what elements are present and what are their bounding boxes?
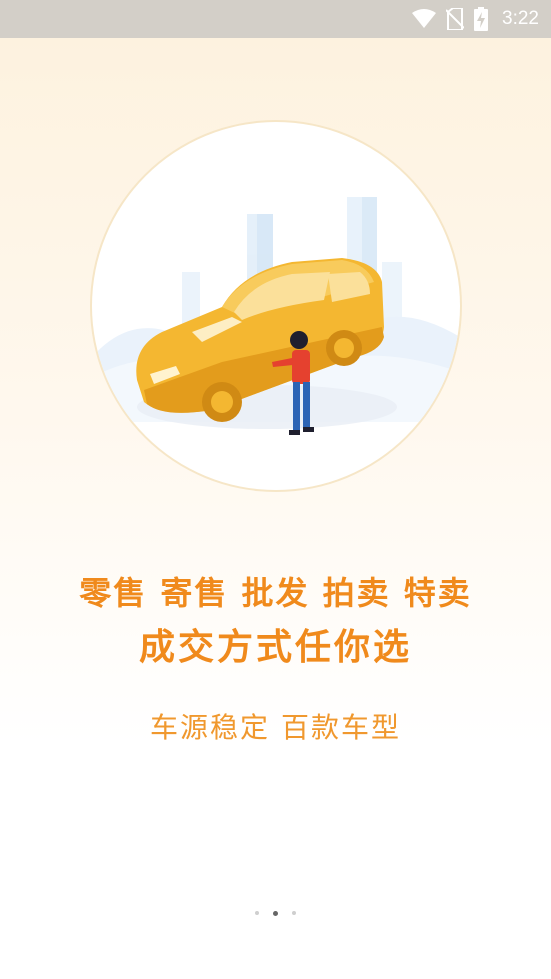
no-sim-icon: [446, 8, 465, 30]
status-time: 3:22: [502, 8, 539, 29]
battery-charging-icon: [474, 7, 489, 31]
wifi-icon: [412, 9, 437, 29]
page-dot-1[interactable]: [255, 911, 259, 915]
headline-deal-options: 成交方式任你选: [138, 627, 412, 668]
headline-sales-modes: 零售 寄售 批发 拍卖 特卖: [79, 574, 472, 612]
page-indicator: [0, 910, 551, 916]
page-dot-2-active[interactable]: [273, 910, 278, 916]
status-bar: 3:22: [0, 0, 551, 38]
onboarding-page[interactable]: 零售 寄售 批发 拍卖 特卖 成交方式任你选 车源稳定 百款车型: [0, 38, 551, 979]
subline-features: 车源稳定 百款车型: [150, 711, 401, 744]
page-dot-3[interactable]: [292, 911, 296, 915]
hero-illustration: [92, 122, 460, 490]
